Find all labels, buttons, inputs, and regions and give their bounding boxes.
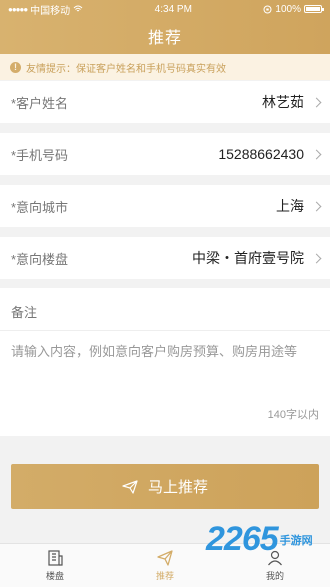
recommend-button[interactable]: 马上推荐	[11, 464, 319, 509]
remark-input[interactable]: 请输入内容，例如意向客户购房预算、购房用途等	[11, 342, 321, 402]
tip-text: 友情提示：保证客户姓名和手机号码真实有效	[26, 63, 226, 75]
chevron-right-icon	[311, 253, 322, 263]
signal-icon: ●●●●●	[8, 4, 28, 14]
building-icon	[48, 550, 63, 566]
tab-mine-label: 我的	[265, 571, 284, 581]
customer-name-value[interactable]: 林艺茹	[262, 92, 304, 112]
chevron-right-icon	[311, 201, 322, 211]
char-limit: 140字以内	[267, 409, 319, 421]
tab-recommend[interactable]: 推荐	[110, 544, 220, 587]
carrier: 中国移动	[30, 5, 71, 17]
property-row[interactable]: *意向楼盘 中梁・首府壹号院	[0, 237, 330, 279]
remark-label: 备注	[11, 305, 38, 320]
chevron-right-icon	[311, 97, 322, 107]
user-icon	[268, 550, 282, 566]
battery-percent: 100%	[275, 3, 301, 15]
lock-rotation-icon	[263, 5, 272, 13]
tab-properties-label: 楼盘	[45, 571, 64, 581]
status-time: 4:34 PM	[154, 3, 192, 15]
phone-row[interactable]: *手机号码 15288662430	[0, 133, 330, 175]
alert-icon: !	[10, 61, 21, 73]
navbar: 推荐	[0, 18, 330, 54]
customer-name-row[interactable]: *客户姓名 林艺茹	[0, 81, 330, 123]
city-row[interactable]: *意向城市 上海	[0, 185, 330, 227]
tab-bar: 楼盘 推荐 我的	[0, 543, 330, 587]
property-label: *意向楼盘	[11, 251, 69, 267]
page-title: 推荐	[147, 30, 182, 47]
phone-label: *手机号码	[11, 147, 69, 163]
status-bar: ●●●●● 中国移动 4:34 PM 100%	[0, 0, 330, 18]
divider	[0, 330, 330, 331]
paper-plane-icon	[157, 550, 173, 566]
city-value[interactable]: 上海	[276, 196, 304, 216]
chevron-right-icon	[311, 149, 322, 159]
customer-name-label: *客户姓名	[11, 95, 69, 111]
phone-value[interactable]: 15288662430	[218, 146, 304, 162]
property-value[interactable]: 中梁・首府壹号院	[192, 248, 304, 268]
tab-mine[interactable]: 我的	[220, 544, 330, 587]
remark-section: 备注 请输入内容，例如意向客户购房预算、购房用途等 140字以内	[0, 288, 330, 436]
city-label: *意向城市	[11, 199, 69, 215]
top-header: ●●●●● 中国移动 4:34 PM 100% 推荐	[0, 0, 330, 54]
tip-banner: ! 友情提示：保证客户姓名和手机号码真实有效	[0, 54, 330, 80]
wifi-icon	[73, 5, 83, 12]
recommend-button-label: 马上推荐	[147, 479, 208, 496]
battery-icon	[304, 5, 324, 13]
paper-plane-icon	[122, 479, 138, 494]
tab-properties[interactable]: 楼盘	[0, 544, 110, 587]
tab-recommend-label: 推荐	[155, 571, 174, 581]
